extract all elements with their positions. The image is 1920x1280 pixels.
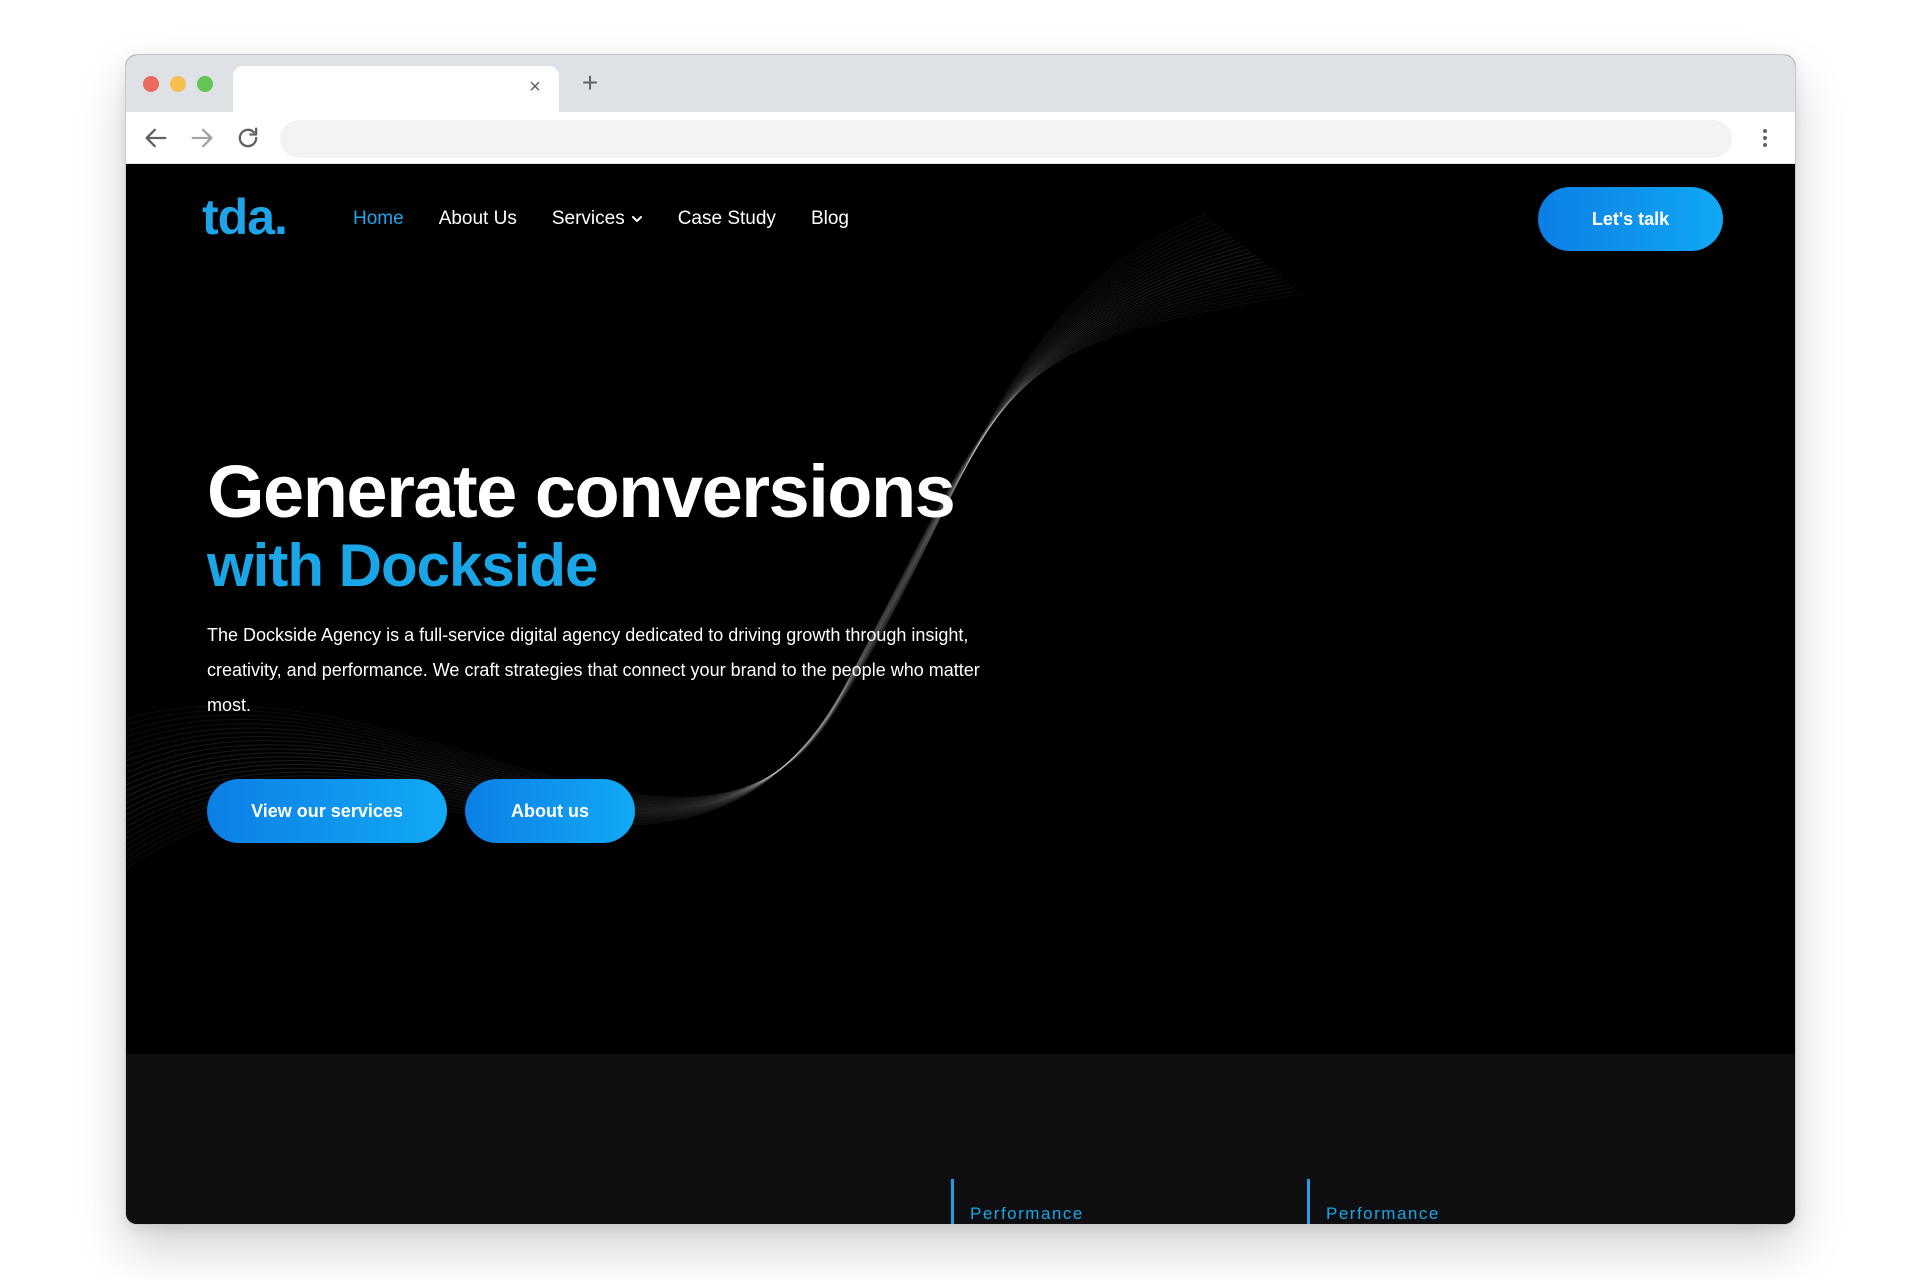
- tab-bar: × +: [126, 55, 1795, 112]
- minimize-window-button[interactable]: [170, 76, 186, 92]
- stat-item: Performance: [1307, 1179, 1440, 1224]
- nav-services-label: Services: [551, 208, 625, 229]
- hero-buttons: View our services About us: [207, 779, 1107, 843]
- menu-dots-icon[interactable]: [1753, 126, 1777, 150]
- address-bar[interactable]: [280, 120, 1732, 158]
- new-tab-icon[interactable]: +: [575, 68, 605, 98]
- brand-logo[interactable]: tda.: [202, 188, 288, 246]
- hero-title-accent: with Dockside: [207, 532, 598, 599]
- view-services-button[interactable]: View our services: [207, 779, 447, 843]
- chevron-down-icon: [631, 216, 642, 222]
- stats-section: Performance Performance: [126, 1054, 1795, 1224]
- forward-arrow-icon[interactable]: [188, 124, 216, 152]
- hero-description: The Dockside Agency is a full-service di…: [207, 625, 980, 715]
- stat-label: Performance: [1326, 1204, 1440, 1223]
- stat-label: Performance: [970, 1204, 1084, 1223]
- maximize-window-button[interactable]: [197, 76, 213, 92]
- nav-blog[interactable]: Blog: [811, 208, 849, 230]
- nav-about-us[interactable]: About Us: [439, 208, 517, 230]
- close-window-button[interactable]: [143, 76, 159, 92]
- tab-close-icon[interactable]: ×: [525, 77, 545, 97]
- page-viewport: tda. Home About Us Services Case Study B…: [126, 164, 1795, 1224]
- hero-title: Generate conversions: [207, 450, 956, 533]
- stat-item: Performance: [951, 1179, 1084, 1224]
- nav-services[interactable]: Services: [552, 208, 643, 230]
- browser-window: × + tda. Home About Us Services Case Stu…: [125, 54, 1796, 1225]
- hero-section: Generate conversions with Dockside The D…: [207, 454, 1107, 843]
- nav-case-study[interactable]: Case Study: [678, 208, 776, 230]
- site-header: tda. Home About Us Services Case Study B…: [126, 164, 1795, 274]
- about-us-button[interactable]: About us: [465, 779, 635, 843]
- reload-icon[interactable]: [234, 124, 262, 152]
- nav-home[interactable]: Home: [353, 208, 404, 230]
- back-arrow-icon[interactable]: [142, 124, 170, 152]
- lets-talk-button[interactable]: Let's talk: [1538, 187, 1723, 251]
- browser-tab[interactable]: ×: [233, 66, 559, 112]
- main-nav: Home About Us Services Case Study Blog: [353, 208, 884, 230]
- browser-toolbar: [126, 112, 1795, 164]
